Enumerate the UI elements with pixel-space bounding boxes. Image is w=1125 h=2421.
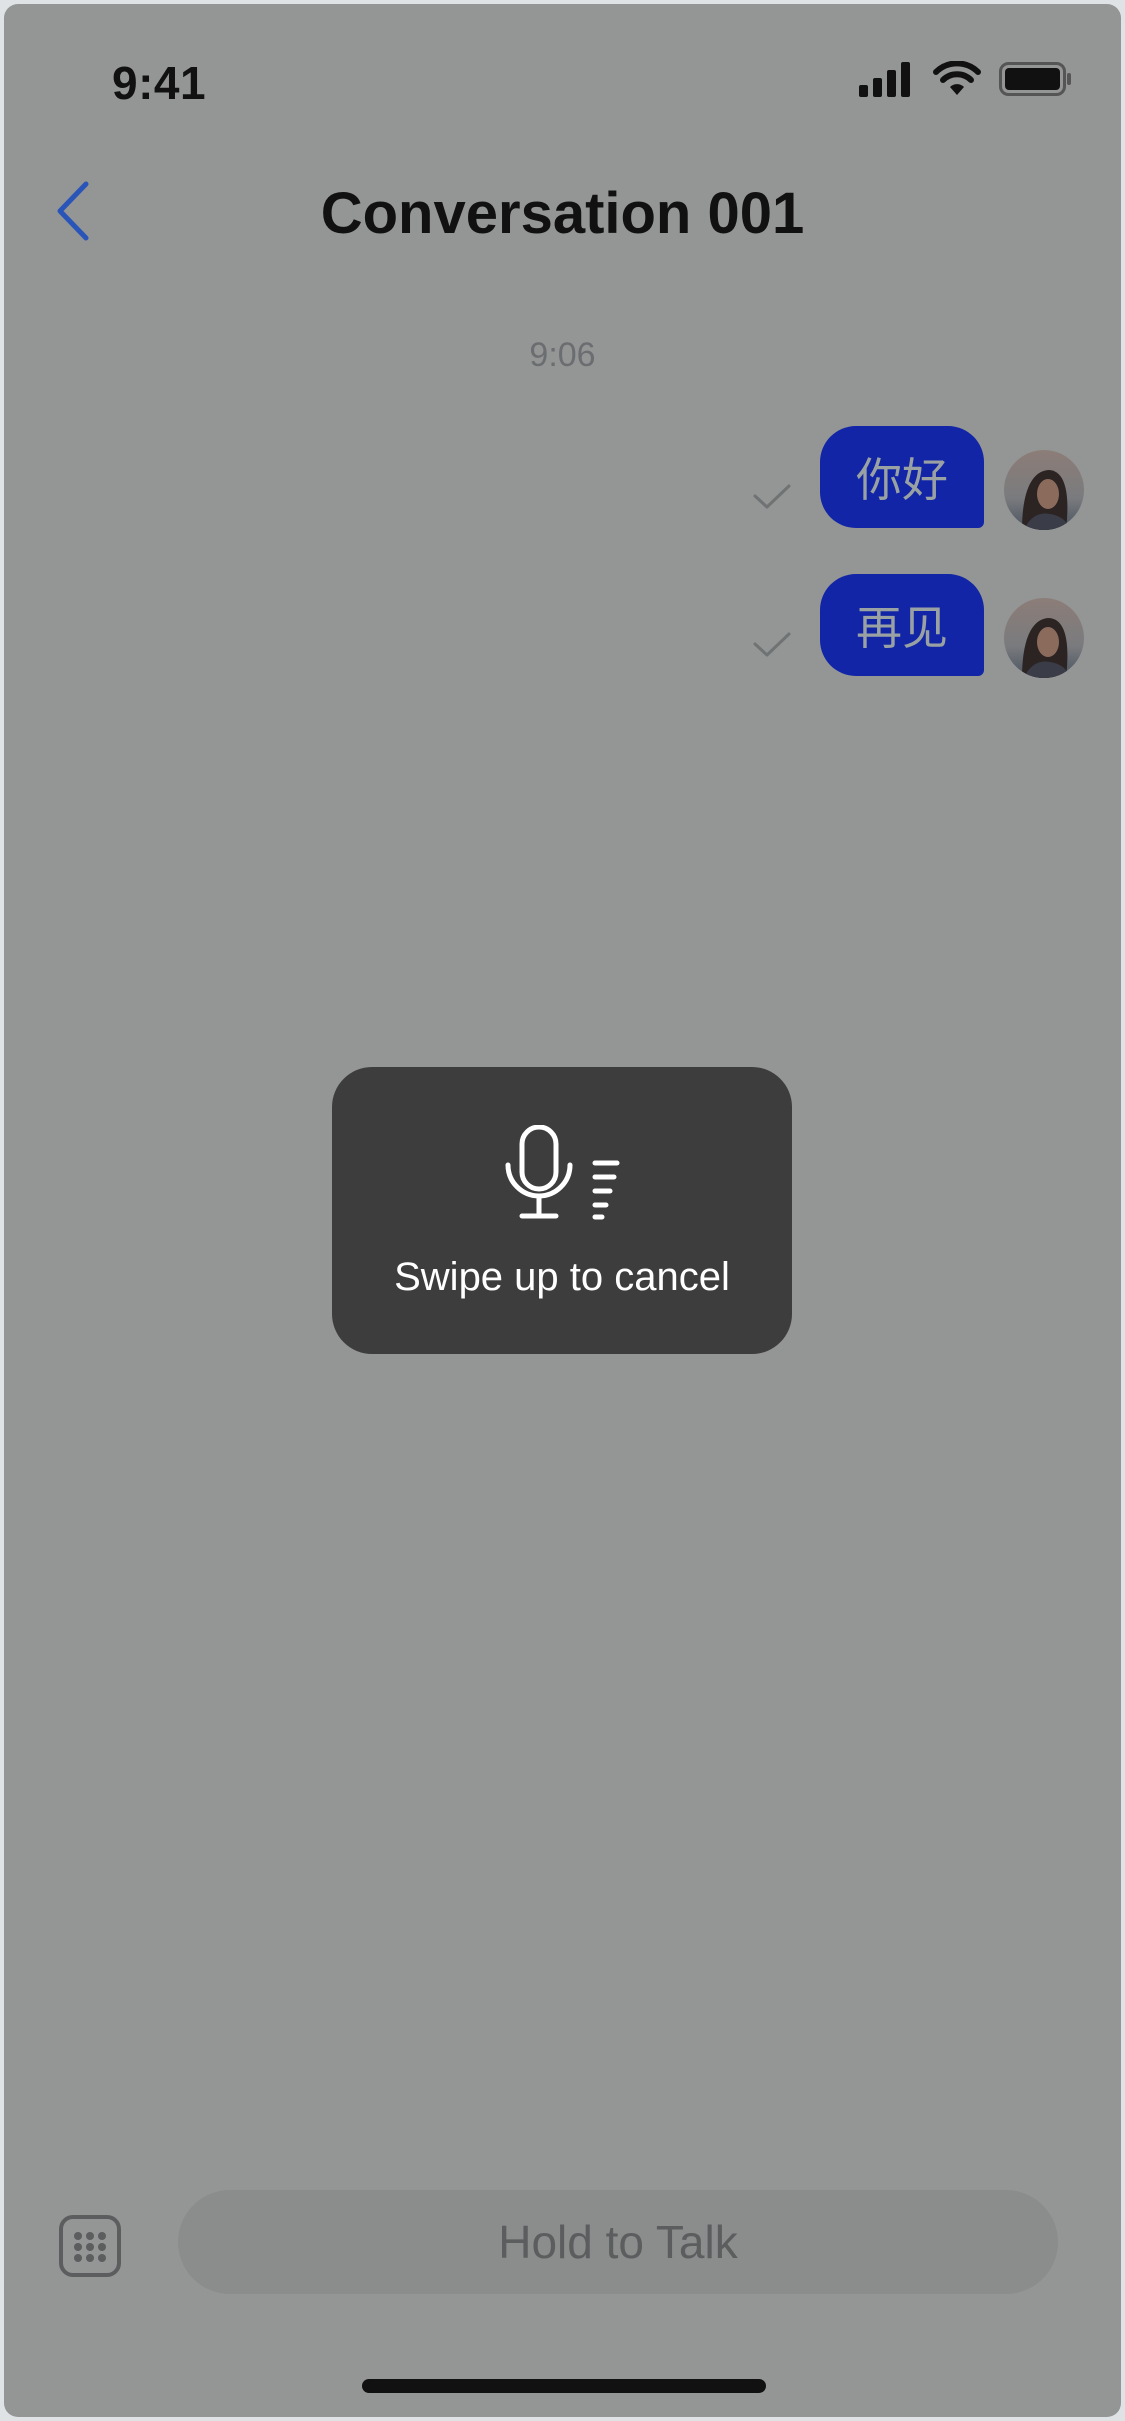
status-icons [859,59,1073,99]
hold-to-talk-button[interactable]: Hold to Talk [178,2190,1058,2294]
battery-icon [999,62,1071,96]
home-indicator[interactable] [362,2379,766,2393]
recording-hint: Swipe up to cancel [394,1255,730,1299]
checkmark-icon [753,484,791,509]
checkmark-icon [753,632,791,657]
message-bubble[interactable]: 再见 [820,574,984,676]
message-timestamp: 9:06 [529,336,596,374]
avatar[interactable] [1004,598,1084,678]
status-time: 9:41 [112,57,207,109]
page-title: Conversation 001 [320,181,805,246]
message-bubble[interactable]: 你好 [820,426,984,528]
signal-icon [859,62,910,97]
message-row: 再见 [4,570,1121,680]
message-row: 你好 [4,422,1121,532]
recording-panel: Swipe up to cancel [332,1067,792,1354]
keyboard-icon[interactable] [58,2214,122,2278]
phone-screen: 9:41 Conversation 001 9:06 你好 再见 Swipe u… [4,4,1121,2417]
wifi-icon [933,61,981,95]
microphone-icon [505,1125,620,1220]
avatar[interactable] [1004,450,1084,530]
